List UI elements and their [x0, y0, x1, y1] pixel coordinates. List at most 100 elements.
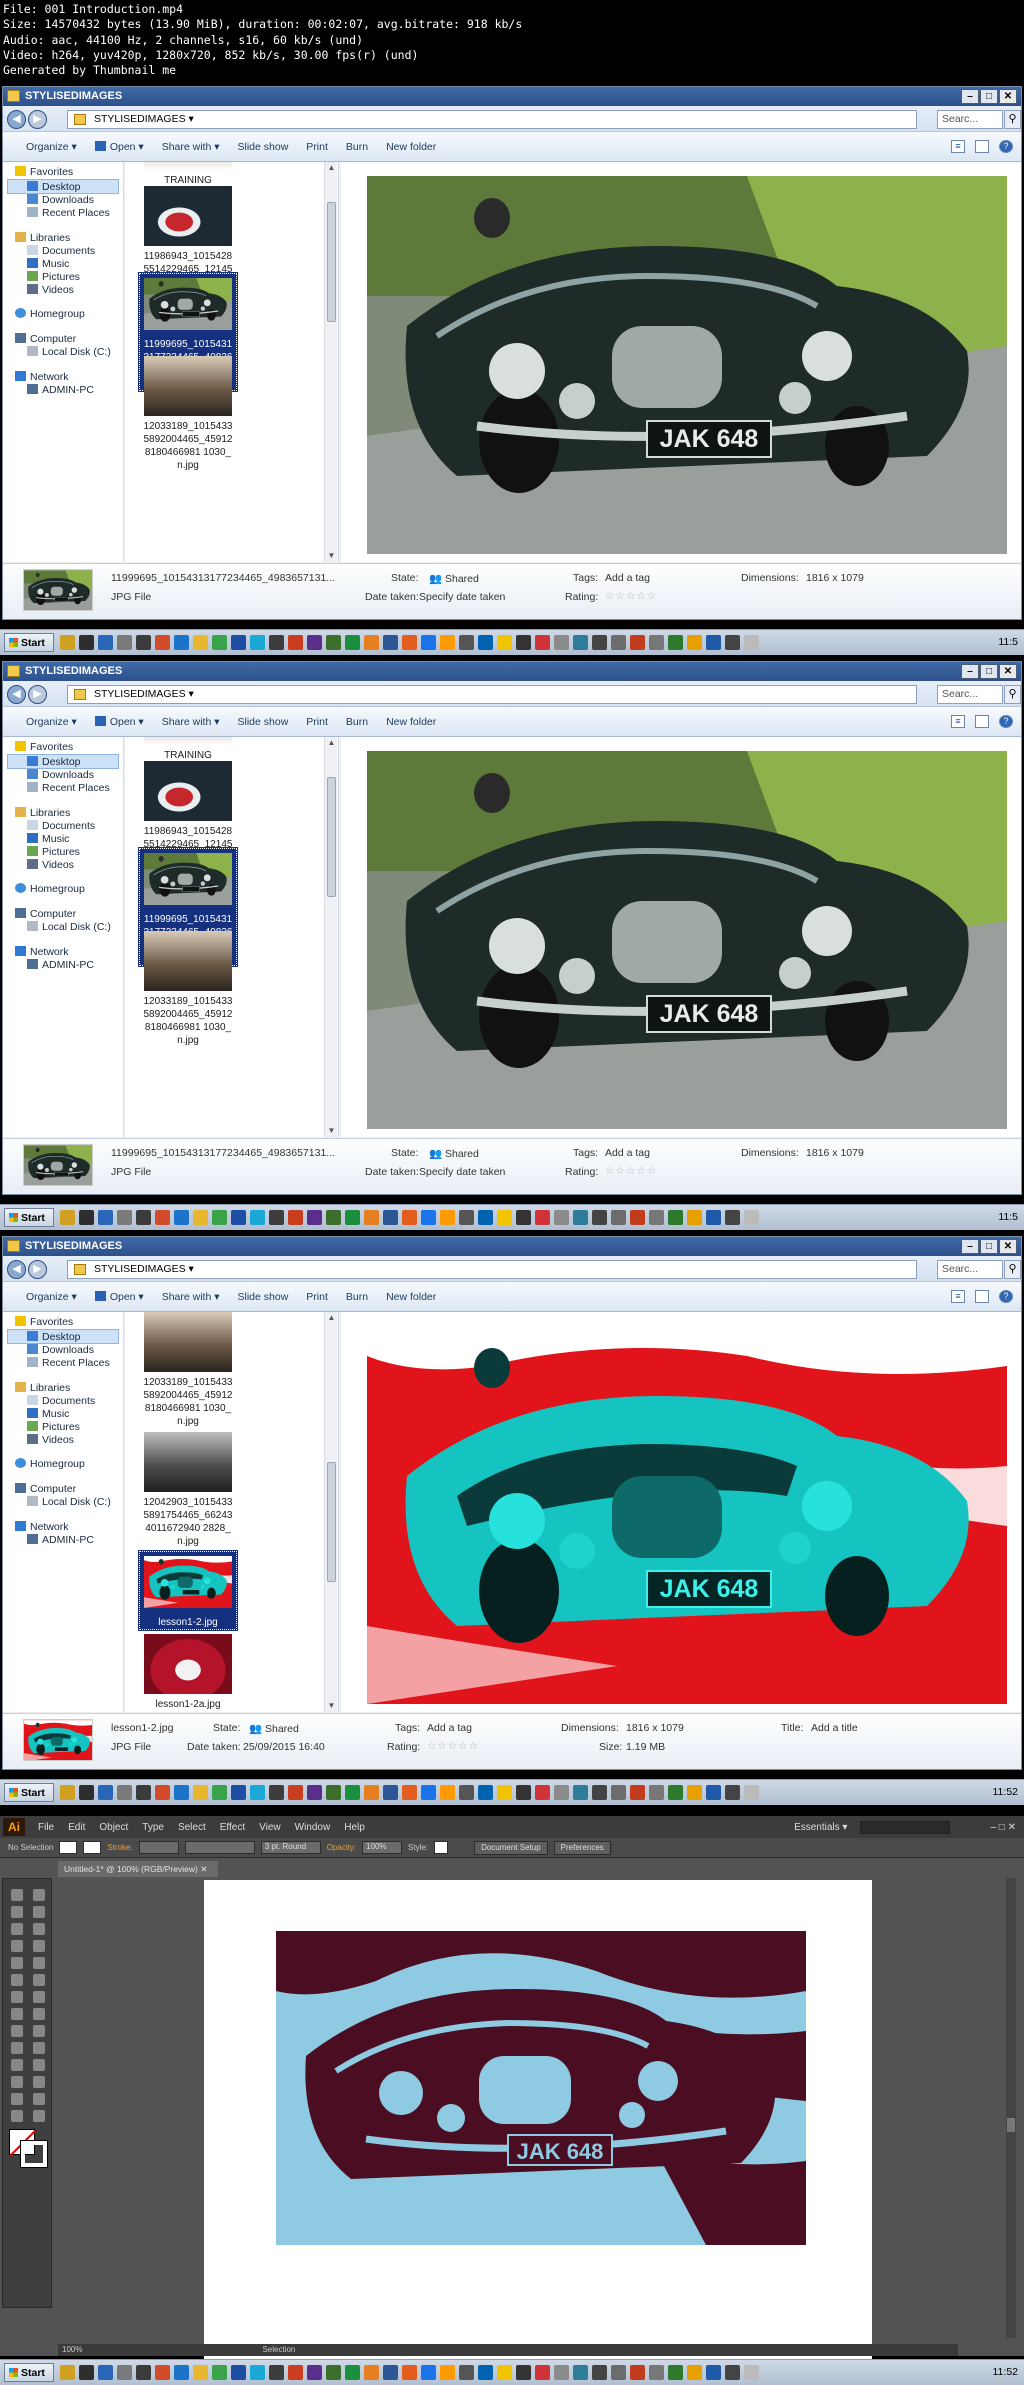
nav-computer[interactable]: Computer — [15, 908, 76, 920]
window-controls[interactable]: – □ ✕ — [990, 1822, 1016, 1833]
preview-pane-icon[interactable] — [975, 140, 989, 153]
organize-button[interactable]: Organize ▾ — [17, 716, 86, 728]
file-list-scrollbar[interactable]: ▲ ▼ — [324, 162, 337, 562]
artboard-tool-icon[interactable] — [11, 2093, 23, 2105]
nav-desktop[interactable]: Desktop — [27, 1331, 81, 1343]
organize-button[interactable]: Organize ▾ — [17, 141, 86, 153]
start-button[interactable]: Start — [4, 2363, 54, 2382]
stroke-weight-field[interactable] — [138, 1841, 179, 1854]
nav-homegroup[interactable]: Homegroup — [15, 883, 85, 895]
address-input[interactable]: STYLISEDIMAGES ▾ — [67, 110, 917, 129]
stroke-label[interactable]: Stroke: — [107, 1843, 132, 1852]
file-list-scrollbar[interactable]: ▲ ▼ — [324, 737, 337, 1137]
close-button[interactable]: ✕ — [999, 664, 1017, 679]
width-tool-icon[interactable] — [11, 2008, 23, 2020]
nav-local-disk[interactable]: Local Disk (C:) — [27, 346, 111, 358]
eyedropper-tool-icon[interactable] — [11, 2059, 23, 2071]
clock[interactable]: 11:5 — [998, 1211, 1018, 1223]
slide-show-button[interactable]: Slide show — [229, 141, 298, 153]
help-icon[interactable]: ? — [999, 715, 1013, 728]
search-icon[interactable]: ⚲ — [1004, 1260, 1021, 1279]
search-icon[interactable]: ⚲ — [1004, 685, 1021, 704]
nav-desktop[interactable]: Desktop — [27, 756, 81, 768]
hand-tool-icon[interactable] — [11, 2110, 23, 2122]
nav-documents[interactable]: Documents — [27, 245, 95, 257]
nav-network[interactable]: Network — [15, 371, 69, 383]
opacity-label[interactable]: Opacity: — [327, 1843, 356, 1852]
pencil-tool-icon[interactable] — [33, 1957, 45, 1969]
nav-documents[interactable]: Documents — [27, 820, 95, 832]
minimize-button[interactable]: – — [961, 1239, 979, 1254]
detail-tags-value[interactable]: Add a tag — [427, 1722, 472, 1734]
view-icon[interactable]: ≡ — [951, 715, 965, 728]
slice-tool-icon[interactable] — [33, 2093, 45, 2105]
menu-select[interactable]: Select — [171, 1822, 213, 1833]
blob-brush-tool-icon[interactable] — [11, 1974, 23, 1986]
nav-local-disk[interactable]: Local Disk (C:) — [27, 921, 111, 933]
nav-videos[interactable]: Videos — [27, 859, 74, 871]
nav-recent-places[interactable]: Recent Places — [27, 782, 110, 794]
nav-network[interactable]: Network — [15, 946, 69, 958]
nav-videos[interactable]: Videos — [27, 1434, 74, 1446]
back-arrow-icon[interactable]: ◀ — [7, 110, 26, 129]
start-button[interactable]: Start — [4, 1783, 54, 1802]
preferences-button[interactable]: Preferences — [553, 1840, 611, 1855]
detail-date-value[interactable]: Specify date taken — [419, 1166, 505, 1178]
file-item[interactable]: 12033189_10154335892004465_4591281804669… — [138, 354, 238, 474]
burn-button[interactable]: Burn — [337, 1291, 377, 1303]
search-input[interactable]: Searc... — [937, 1260, 1003, 1279]
preview-pane-icon[interactable] — [975, 1290, 989, 1303]
fill-swatch[interactable] — [59, 1841, 78, 1854]
nav-downloads[interactable]: Downloads — [27, 1344, 94, 1356]
close-button[interactable]: ✕ — [999, 1239, 1017, 1254]
slide-show-button[interactable]: Slide show — [229, 716, 298, 728]
nav-network[interactable]: Network — [15, 1521, 69, 1533]
nav-music[interactable]: Music — [27, 833, 69, 845]
back-arrow-icon[interactable]: ◀ — [7, 685, 26, 704]
nav-pictures[interactable]: Pictures — [27, 846, 80, 858]
share-with-button[interactable]: Share with ▾ — [153, 716, 229, 728]
nav-homegroup[interactable]: Homegroup — [15, 1458, 85, 1470]
paintbrush-tool-icon[interactable] — [11, 1957, 23, 1969]
nav-admin-pc[interactable]: ADMIN-PC — [27, 959, 94, 971]
nav-recent-places[interactable]: Recent Places — [27, 207, 110, 219]
nav-computer[interactable]: Computer — [15, 333, 76, 345]
nav-music[interactable]: Music — [27, 258, 69, 270]
blend-tool-icon[interactable] — [33, 2059, 45, 2071]
preview-pane-icon[interactable] — [975, 715, 989, 728]
nav-homegroup[interactable]: Homegroup — [15, 308, 85, 320]
search-input[interactable]: Searc... — [937, 685, 1003, 704]
clock[interactable]: 11:52 — [993, 2366, 1019, 2378]
forward-arrow-icon[interactable]: ▶ — [28, 685, 47, 704]
gradient-tool-icon[interactable] — [33, 2042, 45, 2054]
file-item[interactable]: 12042903_10154335891754465_6624340116729… — [138, 1430, 238, 1550]
share-with-button[interactable]: Share with ▾ — [153, 1291, 229, 1303]
detail-tags-value[interactable]: Add a tag — [605, 1147, 650, 1159]
nav-recent-places[interactable]: Recent Places — [27, 1357, 110, 1369]
lasso-tool-icon[interactable] — [33, 1906, 45, 1918]
variable-width-field[interactable] — [184, 1841, 255, 1854]
nav-documents[interactable]: Documents — [27, 1395, 95, 1407]
free-transform-tool-icon[interactable] — [33, 2008, 45, 2020]
minimize-button[interactable]: – — [961, 89, 979, 104]
file-item[interactable]: 12033189_10154335892004465_4591281804669… — [138, 1312, 238, 1430]
search-icon[interactable]: ⚲ — [1004, 110, 1021, 129]
print-button[interactable]: Print — [297, 141, 337, 153]
search-input[interactable]: Searc... — [937, 110, 1003, 129]
brush-style-field[interactable]: 3 pt. Round — [260, 1841, 321, 1854]
shape-builder-tool-icon[interactable] — [11, 2025, 23, 2037]
file-list-scrollbar[interactable]: ▲ ▼ — [324, 1312, 337, 1712]
maximize-button[interactable]: □ — [980, 1239, 998, 1254]
zoom-tool-icon[interactable] — [33, 2110, 45, 2122]
print-button[interactable]: Print — [297, 1291, 337, 1303]
scale-tool-icon[interactable] — [33, 1991, 45, 2003]
search-input[interactable] — [860, 1820, 951, 1834]
eraser-tool-icon[interactable] — [33, 1974, 45, 1986]
slide-show-button[interactable]: Slide show — [229, 1291, 298, 1303]
start-button[interactable]: Start — [4, 633, 54, 652]
new-folder-button[interactable]: New folder — [377, 141, 445, 153]
document-setup-button[interactable]: Document Setup — [474, 1840, 548, 1855]
burn-button[interactable]: Burn — [337, 141, 377, 153]
maximize-button[interactable]: □ — [980, 89, 998, 104]
graph-tool-icon[interactable] — [33, 2076, 45, 2088]
